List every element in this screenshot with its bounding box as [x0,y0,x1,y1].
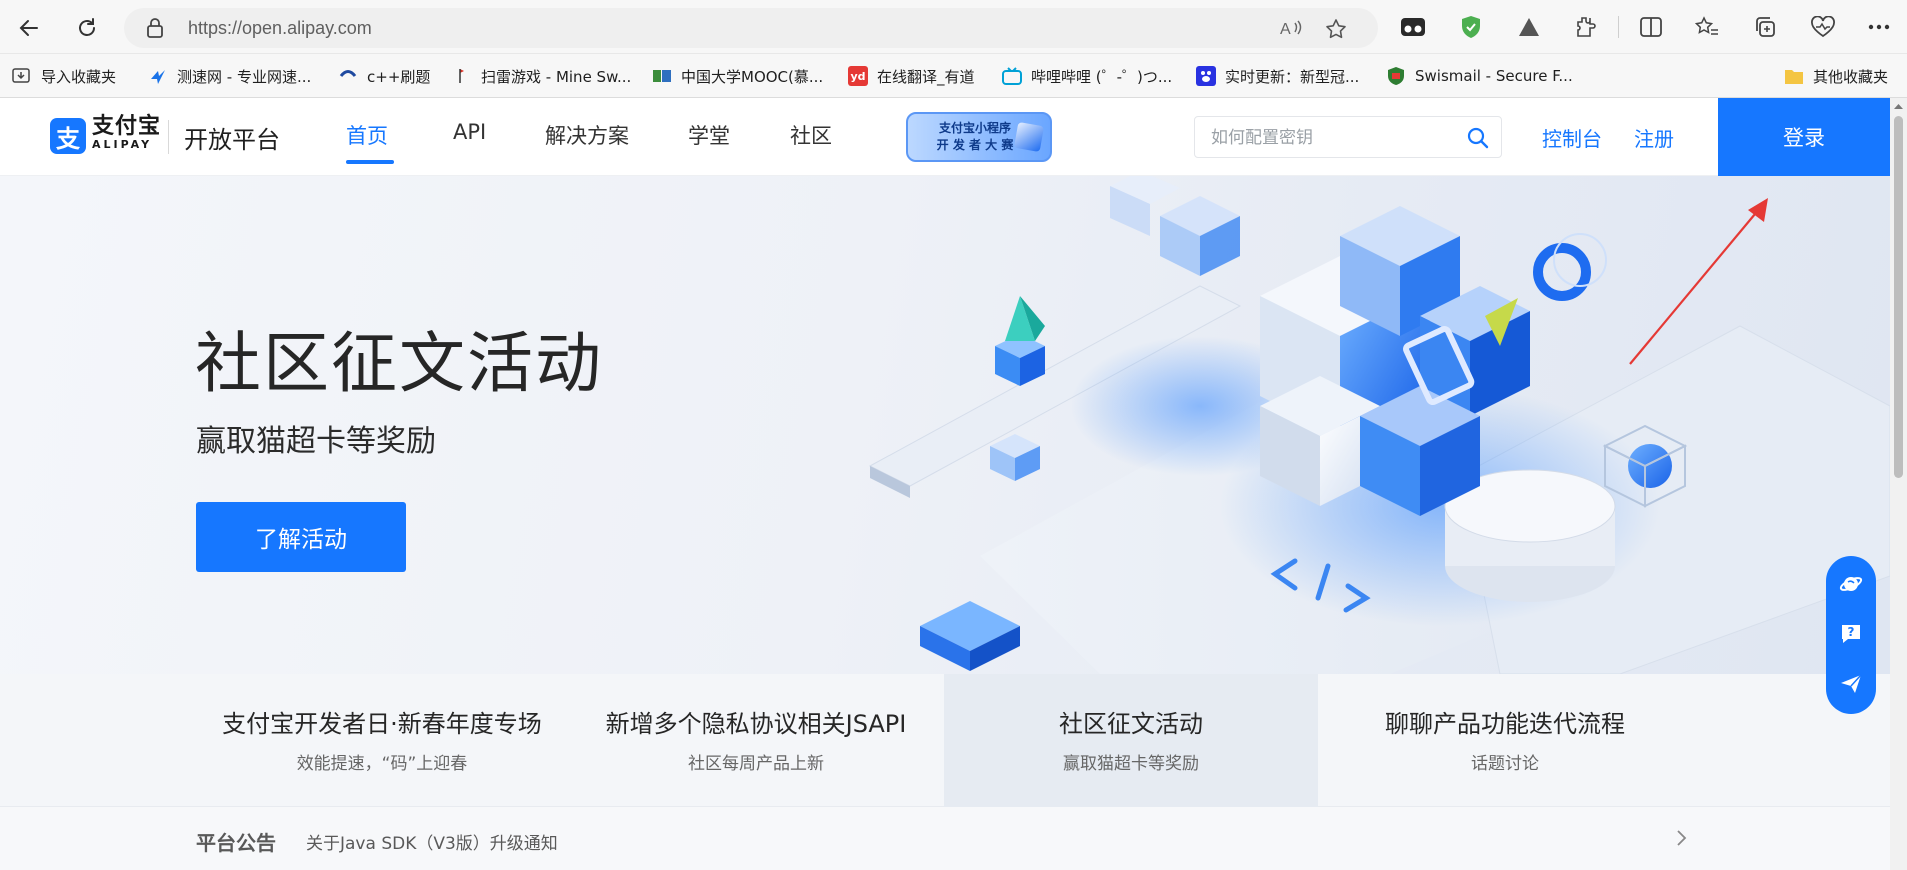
code-icon [338,66,358,86]
address-bar[interactable]: https://open.alipay.com A [124,8,1378,48]
cube-icon [1013,121,1045,153]
split-screen-button[interactable] [1636,12,1666,42]
floating-toolbar: ? [1826,556,1876,714]
planet-icon[interactable] [1839,572,1863,596]
feedback-plane-icon[interactable] [1839,672,1863,696]
bilibili-icon [1002,66,1022,86]
extensions-button[interactable] [1570,12,1600,42]
nav-community[interactable]: 社区 [790,120,832,150]
svg-text:A: A [1280,21,1291,38]
split-screen-icon [1640,17,1662,37]
login-button[interactable]: 登录 [1718,98,1890,176]
favorites-list-icon [1694,16,1718,35]
svg-text:?: ? [1848,625,1855,639]
logo-divider [168,120,169,154]
feature-card[interactable]: 新增多个隐私协议相关JSAPI 社区每周产品上新 [569,674,943,807]
back-button[interactable] [10,9,48,47]
extension-glasses[interactable] [1398,12,1428,42]
youdao-icon: yd [848,66,868,86]
refresh-icon [79,18,95,36]
platform-notice-bar: 平台公告 关于Java SDK（V3版）升级通知 [0,807,1890,870]
hero-banner: 社区征文活动 赢取猫超卡等奖励 了解活动 [0,176,1890,674]
lock-icon [147,18,163,38]
settings-more-button[interactable] [1864,12,1894,42]
collections-button[interactable] [1750,12,1780,42]
red-annotation-arrow-icon [1629,198,1768,365]
bookmark-item[interactable]: Swismail - Secure F... [1386,64,1573,88]
platform-name: 开放平台 [184,126,280,154]
bookmark-item[interactable]: 扫雷游戏 - Mine Sw... [452,64,631,88]
read-aloud-icon[interactable]: A [1280,17,1304,39]
folder-icon [1784,66,1804,86]
extension-adguard[interactable] [1456,12,1486,42]
learn-activity-button[interactable]: 了解活动 [196,502,406,572]
feature-strip: 支付宝开发者日·新春年度专场 效能提速，“码”上迎春 新增多个隐私协议相关JSA… [0,674,1890,807]
bookmark-item[interactable]: c++刷题 [338,64,430,88]
register-link[interactable]: 注册 [1634,123,1674,152]
minesweeper-icon [452,66,472,86]
browser-toolbar: https://open.alipay.com A [0,0,1907,54]
feature-card[interactable]: 聊聊产品功能迭代流程 话题讨论 [1318,674,1692,807]
url-text: https://open.alipay.com [188,18,372,38]
collections-icon [1756,17,1775,37]
bookmarks-bar: 导入收藏夹 测速网 - 专业网速... c++刷题 扫雷游戏 - Mine Sw… [0,54,1907,98]
extension-triangle[interactable] [1514,12,1544,42]
scroll-up-icon[interactable] [1893,102,1904,110]
alipay-logo-mark[interactable]: 支 [50,118,86,154]
console-link[interactable]: 控制台 [1542,123,1602,152]
scrollbar-thumb[interactable] [1894,116,1903,478]
help-icon[interactable]: ? [1839,622,1863,646]
bookmark-item[interactable]: yd 在线翻译_有道 [848,64,975,88]
import-icon [12,66,32,86]
heart-pulse-icon [1811,16,1835,38]
chevron-right-icon[interactable] [1676,829,1688,847]
hero-title: 社区征文活动 [195,325,603,402]
nav-api[interactable]: API [453,120,486,144]
shield-check-icon [1462,16,1480,38]
nav-academy[interactable]: 学堂 [688,120,730,150]
refresh-button[interactable] [68,9,106,47]
baidu-icon [1196,66,1216,86]
triangle-icon [1519,18,1539,36]
shield-mail-icon [1386,66,1406,86]
bookmark-item[interactable]: 实时更新：新型冠... [1196,64,1359,88]
search-box [1194,116,1502,158]
site-header: 支 支付宝 ALIPAY 开放平台 首页 API 解决方案 学堂 社区 支付宝小… [0,98,1890,176]
back-arrow-icon [19,20,38,36]
nav-home[interactable]: 首页 [346,120,388,150]
nav-solutions[interactable]: 解决方案 [545,120,629,150]
speedtest-icon [148,66,168,86]
bookmark-item[interactable]: 导入收藏夹 [12,64,116,88]
notice-link[interactable]: 关于Java SDK（V3版）升级通知 [306,829,558,854]
bookmark-item[interactable]: 哔哩哔哩 (゜-゜)つ... [1002,64,1172,88]
alipay-logo[interactable]: 支付宝 ALIPAY [92,116,161,152]
bookmark-item[interactable]: 中国大学MOOC(慕... [652,64,823,88]
search-input[interactable] [1209,125,1459,151]
favorite-star-icon[interactable] [1324,17,1348,41]
bookmark-item[interactable]: 测速网 - 专业网速... [148,64,311,88]
developer-contest-banner[interactable]: 支付宝小程序 开 发 者 大 赛 [906,112,1052,162]
glasses-icon [1401,18,1425,36]
nav-active-indicator [346,160,394,164]
favorites-button[interactable] [1692,12,1722,42]
mooc-icon [652,66,672,86]
feature-card[interactable]: 支付宝开发者日·新春年度专场 效能提速，“码”上迎春 [195,674,569,807]
puzzle-icon [1577,17,1596,37]
more-dots-icon [1868,24,1890,30]
browser-essentials-button[interactable] [1808,12,1838,42]
notice-label: 平台公告 [196,831,276,855]
other-bookmarks[interactable]: 其他收藏夹 [1784,64,1888,88]
hero-subtitle: 赢取猫超卡等奖励 [196,424,436,459]
search-icon[interactable] [1467,127,1489,149]
toolbar-separator [1618,16,1619,38]
feature-card-active[interactable]: 社区征文活动 赢取猫超卡等奖励 [944,674,1318,807]
